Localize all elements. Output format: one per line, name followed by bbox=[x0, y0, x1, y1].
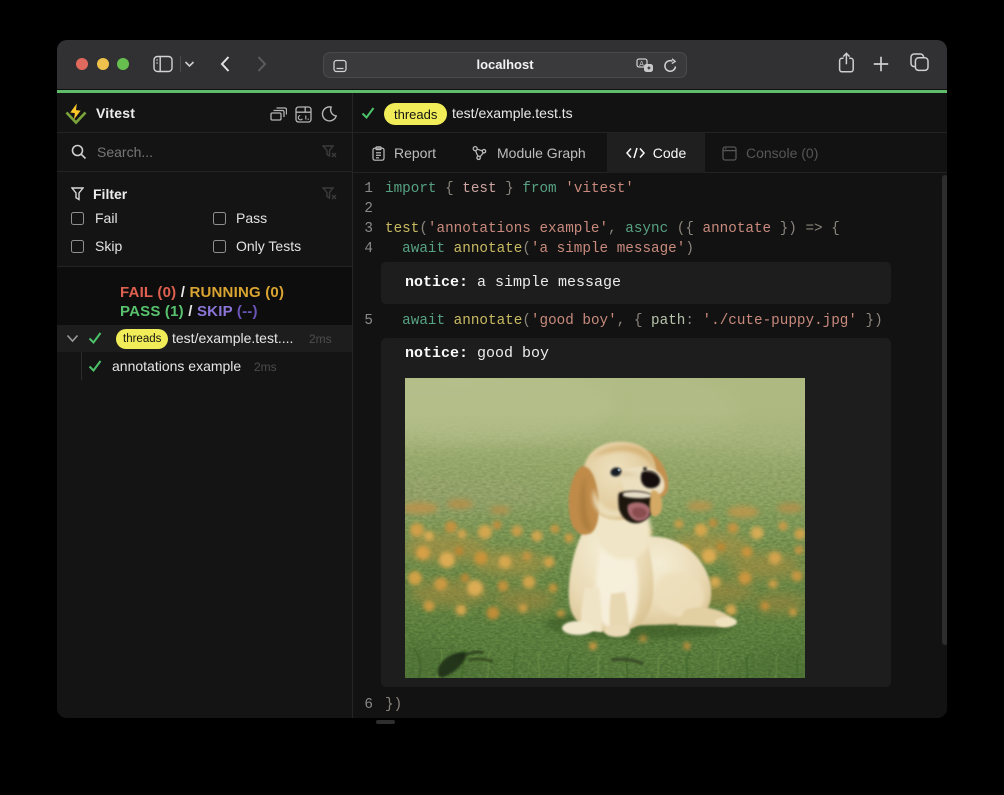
svg-text:A: A bbox=[639, 61, 644, 68]
svg-text:✦: ✦ bbox=[646, 65, 652, 73]
